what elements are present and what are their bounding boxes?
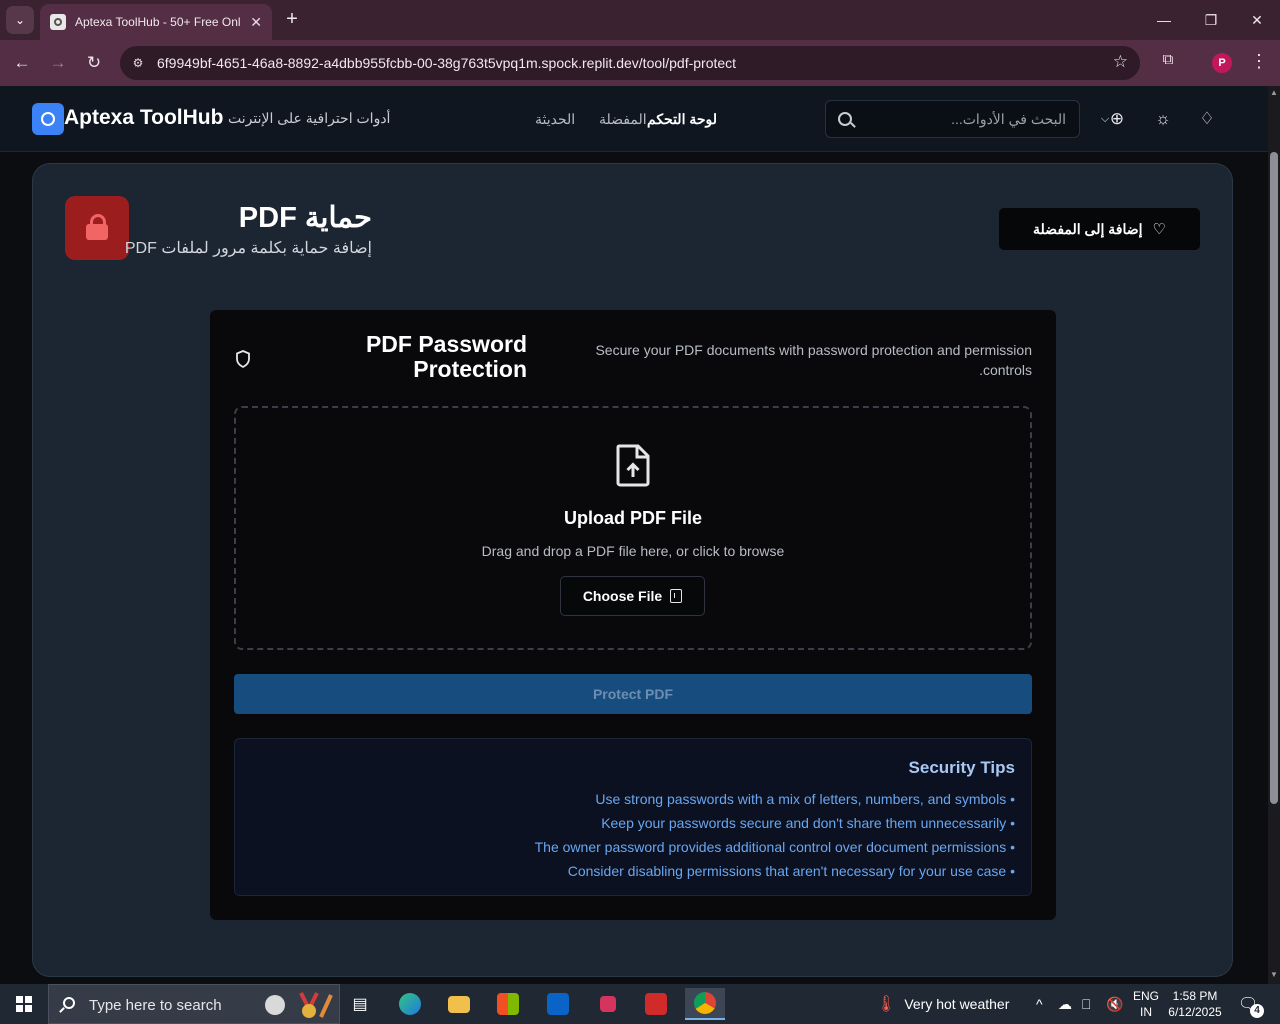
scroll-down-icon[interactable]: ▼ [1270, 970, 1278, 980]
thermometer-icon: 🌡 [876, 996, 897, 1013]
search-icon [838, 112, 852, 126]
choose-file-button[interactable]: Choose File [560, 576, 705, 616]
forward-arrow-icon[interactable]: → [46, 51, 70, 75]
search-input[interactable] [866, 101, 1066, 137]
search-highlight-medal-icon [265, 992, 333, 1018]
add-to-favorites-label: إضافة إلى المفضلة [1033, 220, 1143, 237]
protect-pdf-label: Protect PDF [592, 686, 674, 702]
taskbar: Type here to search ▤ 🌡 Very hot weather… [0, 984, 1280, 1024]
scroll-thumb[interactable] [1270, 152, 1278, 804]
pinned-app-icon[interactable] [588, 988, 628, 1020]
file-upload-icon [616, 444, 650, 487]
browser-menu-icon[interactable]: ⋮ [1250, 51, 1268, 72]
clock-date: 6/12/2025 [1168, 1005, 1222, 1019]
clock-time: 1:58 PM [1172, 989, 1218, 1003]
nav-recent[interactable]: الحديثة [535, 111, 575, 128]
list-item: The owner password provides additional c… [535, 835, 1015, 859]
bookmark-star-icon[interactable]: ☆ [1113, 52, 1128, 72]
nav-favorites[interactable]: المفضلة [599, 111, 647, 128]
outlook-icon[interactable] [538, 988, 578, 1020]
pdf-app-icon[interactable] [636, 988, 676, 1020]
scroll-up-icon[interactable]: ▲ [1270, 88, 1278, 98]
upload-title: Upload PDF File [563, 508, 702, 528]
browser-toolbar: ← → ↻ ⚙ 6f9949bf-4651-46a8-8892-a4dbb955… [0, 40, 1280, 86]
volume-muted-icon[interactable]: 🔇 [1106, 996, 1123, 1013]
tab-title: Aptexa ToolHub - 50+ Free Onl [75, 15, 241, 29]
back-arrow-icon[interactable]: ← [10, 51, 34, 75]
list-item: Consider disabling permissions that aren… [535, 859, 1015, 883]
add-to-favorites-button[interactable]: إضافة إلى المفضلة ♡ [999, 208, 1200, 250]
browser-tab-bar: ⌄ Aptexa ToolHub - 50+ Free Onl ✕ + — ❐ … [0, 0, 1280, 40]
windows-start-icon[interactable] [0, 984, 48, 1024]
tips-title: Security Tips [908, 758, 1015, 777]
panel-description: Secure your PDF documents with password … [595, 342, 1032, 378]
security-tips: Security Tips Use strong passwords with … [234, 738, 1032, 896]
brand-title[interactable]: Aptexa ToolHub [64, 106, 223, 130]
notification-count-badge: 4 [1250, 1004, 1264, 1018]
lock-icon [65, 196, 129, 260]
reload-icon[interactable]: ↻ [82, 51, 106, 75]
taskbar-search[interactable]: Type here to search [48, 984, 340, 1024]
network-icon[interactable]: ⎕ [1082, 996, 1090, 1013]
tool-search[interactable] [825, 100, 1080, 138]
show-hidden-icons-chevron-icon[interactable]: ^ [1036, 996, 1043, 1012]
taskbar-search-placeholder: Type here to search [89, 997, 222, 1014]
site-settings-icon[interactable]: ⚙ [128, 53, 148, 73]
lang-line2: IN [1140, 1005, 1152, 1019]
input-language[interactable]: ENG IN [1133, 988, 1159, 1020]
restore-icon[interactable]: ❐ [1196, 8, 1226, 32]
nav-dashboard[interactable]: لوحة التحكم [647, 111, 717, 128]
task-view-icon[interactable]: ▤ [340, 988, 380, 1020]
theme-sun-icon[interactable]: ☼ [1152, 108, 1174, 130]
page-title: حماية PDF [238, 202, 372, 234]
list-item: Use strong passwords with a mix of lette… [535, 787, 1015, 811]
edge-browser-icon[interactable] [390, 988, 430, 1020]
pdf-dropzone[interactable]: Upload PDF File Drag and drop a PDF file… [234, 406, 1032, 650]
minimize-icon[interactable]: — [1149, 8, 1179, 32]
close-window-icon[interactable]: ✕ [1242, 8, 1272, 32]
weather-text: Very hot weather [904, 996, 1010, 1012]
site-favicon-icon [50, 14, 66, 30]
tips-list: Use strong passwords with a mix of lette… [535, 787, 1015, 883]
tab-close-icon[interactable]: ✕ [250, 14, 262, 31]
app-header: Aptexa ToolHub أدوات احترافية على الإنتر… [0, 86, 1268, 152]
chrome-icon[interactable] [685, 988, 725, 1020]
page-scrollbar[interactable]: ▲ ▼ [1268, 86, 1280, 984]
list-item: Keep your passwords secure and don't sha… [535, 811, 1015, 835]
tool-card: إضافة إلى المفضلة ♡ حماية PDF إضافة حماي… [32, 163, 1233, 977]
file-icon [670, 589, 683, 603]
new-tab-plus-icon[interactable]: + [280, 8, 304, 32]
file-explorer-icon[interactable] [439, 988, 479, 1020]
address-bar[interactable]: ⚙ 6f9949bf-4651-46a8-8892-a4dbb955fcbb-0… [120, 46, 1140, 80]
page-subtitle: إضافة حماية بكلمة مرور لملفات PDF [124, 240, 372, 257]
upload-hint: Drag and drop a PDF file here, or click … [481, 543, 785, 559]
globe-language-icon[interactable]: ⊕ [1106, 108, 1128, 130]
protect-pdf-button[interactable]: Protect PDF [234, 674, 1032, 714]
choose-file-label: Choose File [582, 588, 663, 604]
protection-panel: PDF Password Protection Secure your PDF … [210, 310, 1056, 920]
panel-title: PDF Password Protection [365, 331, 527, 382]
logo-icon[interactable] [32, 103, 64, 135]
clock[interactable]: 1:58 PM 6/12/2025 [1166, 988, 1224, 1020]
onedrive-cloud-icon[interactable]: ☁ [1058, 996, 1072, 1013]
search-icon [63, 997, 75, 1009]
profile-avatar[interactable]: P [1212, 53, 1232, 73]
tab-search-chevron-icon[interactable]: ⌄ [6, 6, 34, 34]
url-text[interactable]: 6f9949bf-4651-46a8-8892-a4dbb955fcbb-00-… [157, 55, 736, 71]
notification-bell-icon[interactable]: ♢ [1196, 108, 1218, 130]
microsoft-store-icon[interactable] [488, 988, 528, 1020]
extensions-puzzle-icon[interactable]: ⧉ [1158, 51, 1178, 73]
main-content: إضافة إلى المفضلة ♡ حماية PDF إضافة حماي… [0, 152, 1268, 984]
shield-icon [235, 350, 251, 369]
brand-tagline: أدوات احترافية على الإنترنت [228, 110, 391, 126]
heart-icon: ♡ [1152, 221, 1166, 238]
browser-tab[interactable]: Aptexa ToolHub - 50+ Free Onl ✕ [40, 4, 272, 40]
weather-widget[interactable]: 🌡 Very hot weather [876, 984, 1009, 1024]
lang-line1: ENG [1133, 989, 1160, 1003]
